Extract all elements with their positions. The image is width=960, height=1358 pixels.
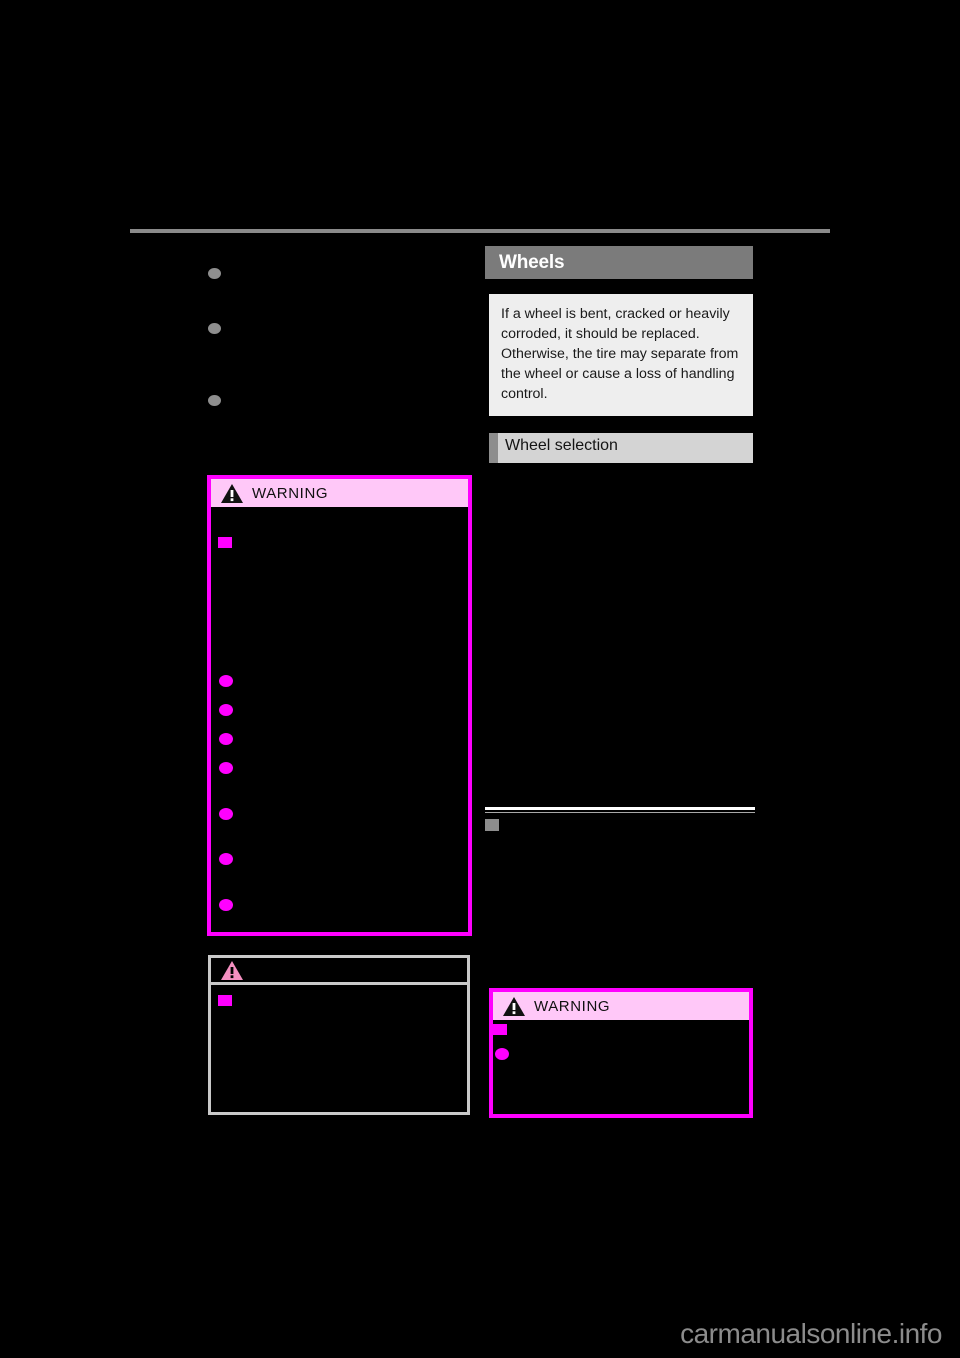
subsection-tab-marker xyxy=(489,433,498,463)
bullet-dot-icon xyxy=(208,323,221,334)
body-paragraph xyxy=(489,640,755,790)
subhead-square-marker-icon xyxy=(493,1024,507,1035)
notice-box-header xyxy=(211,958,467,985)
rule-heading xyxy=(485,807,755,831)
bullet-dot-icon xyxy=(219,704,233,716)
heading-rule-thick xyxy=(485,807,755,810)
page-header-rule xyxy=(130,229,830,233)
bullet-dot-icon xyxy=(219,899,233,911)
warning-box-right: WARNING xyxy=(489,988,753,1118)
section-title-bar: Wheels xyxy=(485,246,753,279)
warning-label: WARNING xyxy=(534,997,611,1015)
bullet-dot-icon xyxy=(208,395,221,406)
bullet-dot-icon xyxy=(219,762,233,774)
subsection-title-bar: Wheel selection xyxy=(489,433,753,463)
info-panel: If a wheel is bent, cracked or heavily c… xyxy=(489,294,753,416)
notice-box-body xyxy=(211,985,467,1112)
heading-rule-thin xyxy=(485,812,755,813)
notice-box-left xyxy=(208,955,470,1115)
bullet-dot-icon xyxy=(208,268,221,279)
list-item xyxy=(208,321,478,334)
heading-square-marker-icon xyxy=(485,819,499,831)
warning-box-header: WARNING xyxy=(211,479,468,507)
site-watermark: carmanualsonline.info xyxy=(680,1318,942,1349)
subsection-title: Wheel selection xyxy=(505,437,618,454)
warning-box-header: WARNING xyxy=(493,992,749,1020)
bullet-dot-icon xyxy=(219,733,233,745)
list-item xyxy=(208,393,478,406)
warning-triangle-icon xyxy=(221,483,243,503)
warning-box-body xyxy=(493,1020,749,1114)
page-title: Wheels xyxy=(499,251,565,273)
warning-triangle-icon xyxy=(503,996,525,1016)
manual-page: WARNING Wheels If a wheel is bent, crack… xyxy=(0,0,960,1358)
warning-box-body xyxy=(211,507,468,932)
bullet-dot-icon xyxy=(219,853,233,865)
bullet-dot-icon xyxy=(219,808,233,820)
info-panel-text: If a wheel is bent, cracked or heavily c… xyxy=(501,306,739,402)
subhead-square-marker-icon xyxy=(218,537,232,548)
warning-box-left: WARNING xyxy=(207,475,472,936)
bullet-dot-icon xyxy=(495,1048,509,1060)
list-item xyxy=(208,266,478,279)
body-paragraph xyxy=(489,478,755,628)
bullet-dot-icon xyxy=(219,675,233,687)
notice-triangle-icon xyxy=(221,960,243,980)
subhead-square-marker-icon xyxy=(218,995,232,1006)
warning-label: WARNING xyxy=(252,484,329,502)
